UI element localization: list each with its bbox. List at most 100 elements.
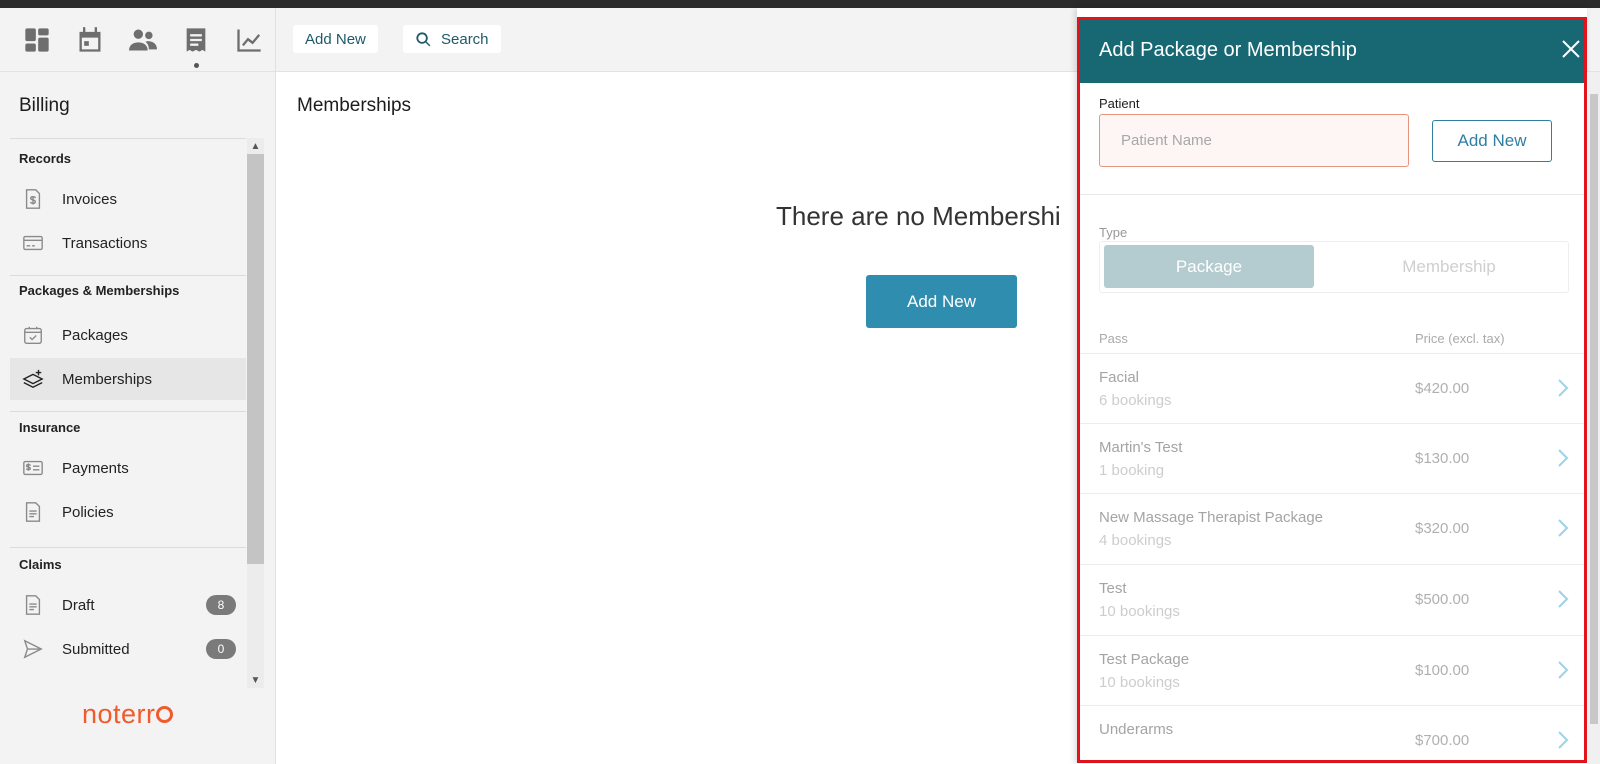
scroll-down-icon[interactable]: ▼ (247, 672, 264, 688)
pass-name: Martin's Test (1099, 439, 1183, 456)
top-add-new-label: Add New (305, 30, 366, 48)
pass-bookings: 4 bookings (1099, 532, 1172, 549)
pass-row[interactable]: New Massage Therapist Package 4 bookings… (1077, 493, 1587, 565)
patient-label: Patient (1099, 96, 1140, 111)
page-title: Memberships (297, 95, 412, 116)
pass-name: Facial (1099, 369, 1140, 386)
pass-row[interactable]: Test 10 bookings $500.00 (1077, 564, 1587, 636)
close-icon[interactable] (1559, 37, 1585, 63)
chevron-right-icon (1555, 588, 1571, 610)
pass-price: $130.00 (1415, 450, 1470, 467)
search-icon (416, 31, 431, 46)
sidebar-item-packages[interactable]: Packages (10, 314, 246, 356)
chart-icon[interactable] (223, 20, 276, 60)
pass-name: Test Package (1099, 651, 1190, 668)
pass-row[interactable]: Underarms $700.00 (1077, 705, 1587, 764)
column-header-price: Price (excl. tax) (1415, 331, 1505, 346)
sidebar-scrollbar[interactable]: ▲ ▼ (247, 138, 264, 688)
add-package-panel: Add Package or Membership Patient Add Ne… (1077, 8, 1587, 764)
browser-top-strip (0, 0, 1600, 8)
sidebar-item-submitted[interactable]: Submitted 0 (10, 628, 246, 670)
logo-mark (155, 706, 173, 723)
panel-scrollbar[interactable] (1588, 72, 1600, 764)
panel-header: Add Package or Membership (1077, 17, 1587, 83)
send-icon (22, 638, 44, 660)
nav-icons (0, 8, 276, 72)
divider (10, 411, 246, 412)
package-icon (22, 324, 44, 346)
divider (10, 547, 246, 548)
section-packages: Packages & Memberships (19, 283, 180, 298)
search-label: Search (441, 30, 489, 48)
pass-price: $320.00 (1415, 520, 1470, 537)
sidebar-item-label: Policies (62, 503, 114, 521)
count-badge: 0 (206, 639, 236, 659)
add-patient-button[interactable]: Add New (1432, 120, 1552, 162)
sidebar-item-label: Draft (62, 596, 95, 614)
layers-icon (22, 368, 44, 390)
pass-row[interactable]: Martin's Test 1 booking $130.00 (1077, 423, 1587, 495)
sidebar-item-policies[interactable]: Policies (10, 491, 246, 533)
chevron-right-icon (1555, 729, 1571, 751)
empty-state-message: There are no Membershi (776, 201, 1061, 231)
column-header-pass: Pass (1099, 331, 1128, 346)
pass-bookings: 10 bookings (1099, 674, 1180, 691)
sidebar-item-label: Packages (62, 326, 128, 344)
pass-price: $420.00 (1415, 380, 1470, 397)
chevron-right-icon (1555, 659, 1571, 681)
pass-price: $500.00 (1415, 591, 1470, 608)
invoice-icon (22, 188, 44, 210)
type-label: Type (1099, 225, 1128, 240)
type-option-package[interactable]: Package (1104, 245, 1314, 288)
sidebar-item-memberships[interactable]: Memberships (10, 358, 246, 400)
sidebar-item-invoices[interactable]: Invoices (10, 178, 246, 220)
sidebar-item-transactions[interactable]: Transactions (10, 222, 246, 264)
count-badge: 8 (206, 595, 236, 615)
document-icon (22, 501, 44, 523)
pass-price: $100.00 (1415, 662, 1470, 679)
sidebar-title: Billing (19, 95, 70, 116)
credit-card-icon (22, 232, 44, 254)
sidebar-item-payments[interactable]: Payments (10, 447, 246, 489)
section-insurance: Insurance (19, 420, 81, 435)
calendar-icon[interactable] (63, 20, 116, 60)
logo-text: noterr (82, 699, 156, 729)
pass-price: $700.00 (1415, 732, 1470, 749)
scroll-thumb[interactable] (247, 154, 264, 564)
pass-bookings: 6 bookings (1099, 392, 1172, 409)
sidebar: Billing Records Invoices Transactions Pa… (0, 72, 276, 764)
top-add-new-button[interactable]: Add New (293, 25, 378, 53)
sidebar-item-label: Submitted (62, 640, 130, 658)
divider (10, 138, 246, 139)
type-selector: Package Membership (1099, 241, 1569, 293)
scroll-up-icon[interactable]: ▲ (247, 138, 264, 154)
sidebar-item-label: Payments (62, 459, 129, 477)
chevron-right-icon (1555, 517, 1571, 539)
chevron-right-icon (1555, 447, 1571, 469)
dashboard-icon[interactable] (10, 20, 63, 60)
section-claims: Claims (19, 557, 62, 572)
draft-icon (22, 594, 44, 616)
noterro-logo: noterr (82, 699, 173, 730)
pass-row[interactable]: Facial 6 bookings $420.00 (1077, 353, 1587, 425)
patient-name-input[interactable] (1099, 114, 1409, 167)
sidebar-item-draft[interactable]: Draft 8 (10, 584, 246, 626)
chevron-right-icon (1555, 377, 1571, 399)
sidebar-item-label: Memberships (62, 370, 153, 388)
divider (10, 275, 246, 276)
panel-title: Add Package or Membership (1099, 39, 1357, 61)
pass-bookings: 10 bookings (1099, 603, 1180, 620)
pass-bookings: 1 booking (1099, 462, 1165, 479)
top-search-button[interactable]: Search (403, 25, 501, 53)
pass-row[interactable]: Test Package 10 bookings $100.00 (1077, 635, 1587, 707)
pass-name: Underarms (1099, 721, 1174, 738)
section-records: Records (19, 151, 72, 166)
add-new-button[interactable]: Add New (866, 275, 1017, 328)
receipt-icon[interactable] (170, 20, 223, 68)
scroll-thumb[interactable] (1590, 94, 1598, 724)
sidebar-item-label: Invoices (62, 190, 118, 208)
pass-name: Test (1099, 580, 1127, 597)
type-option-membership[interactable]: Membership (1334, 245, 1564, 288)
pass-name: New Massage Therapist Package (1099, 509, 1324, 526)
people-icon[interactable] (116, 20, 169, 60)
